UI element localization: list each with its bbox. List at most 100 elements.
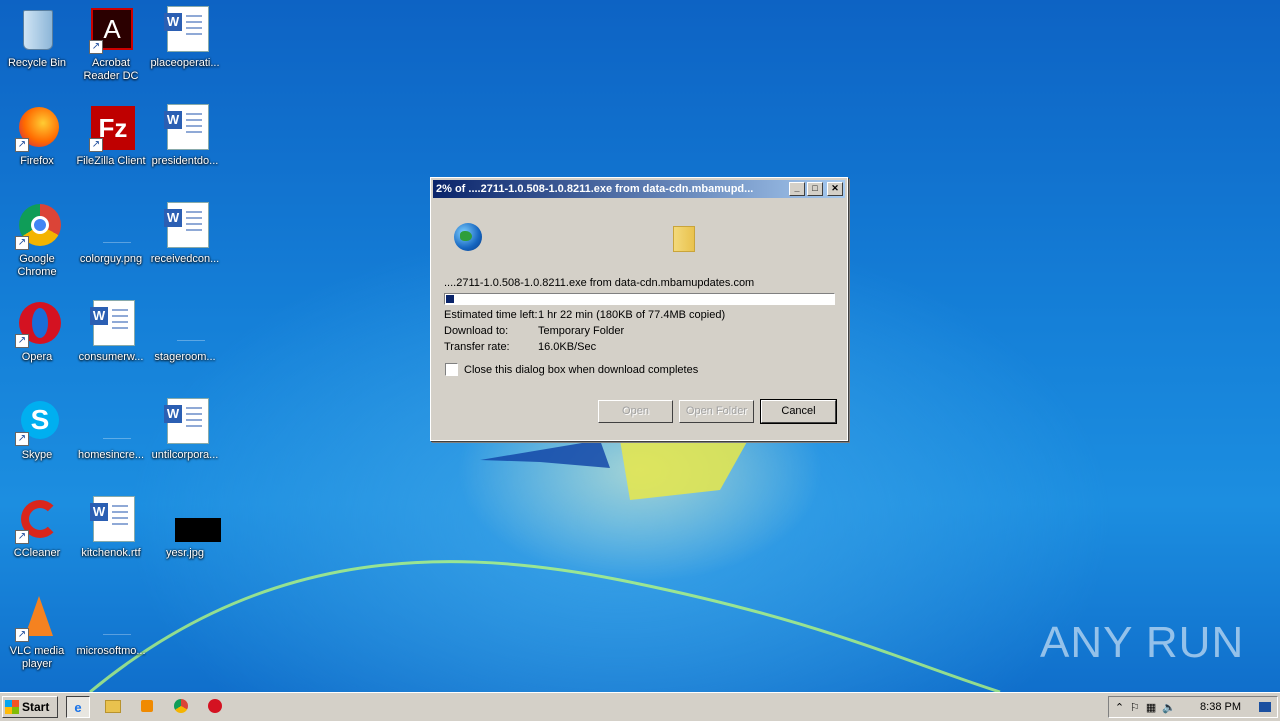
desktop-icon-consumerw[interactable]: W consumerw...	[74, 300, 148, 364]
icon-label: Skype	[21, 449, 53, 461]
desktop-icon-homesincre[interactable]: homesincre...	[74, 398, 148, 462]
open-button[interactable]: Open	[598, 400, 673, 423]
chrome-icon: ↗	[13, 202, 61, 250]
icon-label: Recycle Bin	[7, 57, 67, 69]
file-icon	[161, 300, 209, 348]
start-label: Start	[22, 700, 50, 714]
icon-label: CCleaner	[13, 547, 61, 559]
chrome-taskbar-icon[interactable]	[170, 696, 192, 716]
icon-label: microsoftmo...	[76, 645, 146, 657]
close-button[interactable]: ✕	[827, 182, 843, 196]
image-file-icon	[87, 202, 135, 250]
desktop-icon-opera[interactable]: ↗ Opera	[0, 300, 74, 364]
transfer-rate-value: 16.0KB/Sec	[538, 341, 597, 353]
desktop-icon-receivedcon[interactable]: W receivedcon...	[148, 202, 222, 266]
taskbar: Start e ⌃ ⚐ ▦ 🔈 8:38 PM	[0, 692, 1280, 721]
file-explorer-taskbar-icon[interactable]	[102, 696, 124, 716]
word-document-icon: W	[87, 300, 135, 348]
close-when-complete-checkbox[interactable]: Close this dialog box when download comp…	[445, 363, 698, 376]
estimated-time-label: Estimated time left:	[444, 309, 538, 321]
icon-label: Opera	[21, 351, 53, 363]
checkbox-label: Close this dialog box when download comp…	[464, 363, 699, 376]
desktop-icon-skype[interactable]: S ↗ Skype	[0, 398, 74, 462]
skype-icon: S ↗	[13, 398, 61, 446]
show-desktop-icon[interactable]	[1259, 702, 1271, 712]
icon-label: yesr.jpg	[166, 547, 204, 559]
globe-icon	[454, 223, 482, 251]
icon-label: Acrobat Reader DC	[83, 57, 139, 82]
dialog-title: 2% of ....2711-1.0.508-1.0.8211.exe from…	[436, 183, 754, 195]
desktop-icon-microsoftmo[interactable]: microsoftmo...	[74, 594, 148, 658]
desktop-icon-presidentdo[interactable]: W presidentdo...	[148, 104, 222, 168]
download-progress-bar	[444, 293, 835, 305]
desktop-icon-placeoperati[interactable]: W placeoperati...	[148, 6, 222, 70]
download-to-label: Download to:	[444, 325, 509, 337]
system-tray: ⌃ ⚐ ▦ 🔈 8:38 PM	[1107, 696, 1278, 718]
download-file-source: ....2711-1.0.508-1.0.8211.exe from data-…	[444, 277, 755, 289]
desktop-icon-yesr[interactable]: yesr.jpg	[148, 496, 222, 560]
clock[interactable]: 8:38 PM	[1200, 701, 1241, 713]
estimated-time-value: 1 hr 22 min (180KB of 77.4MB copied)	[538, 309, 726, 321]
open-folder-button[interactable]: Open Folder	[679, 400, 754, 423]
desktop-icon-vlc[interactable]: ↗ VLC media player	[0, 594, 74, 671]
desktop-icon-colorguy[interactable]: colorguy.png	[74, 202, 148, 266]
icon-label: Google Chrome	[17, 253, 57, 278]
icon-label: untilcorpora...	[151, 449, 219, 461]
ccleaner-icon: ↗	[13, 496, 61, 544]
internet-explorer-taskbar-icon[interactable]: e	[66, 696, 90, 718]
word-document-icon: W	[161, 6, 209, 54]
media-player-taskbar-icon[interactable]	[136, 696, 158, 716]
windows-logo-icon	[5, 700, 19, 714]
recycle-bin-icon	[13, 6, 61, 54]
cancel-button[interactable]: Cancel	[760, 399, 837, 424]
checkbox-box[interactable]	[445, 363, 458, 376]
word-document-icon: W	[87, 496, 135, 544]
desktop-icon-ccleaner[interactable]: ↗ CCleaner	[0, 496, 74, 560]
show-hidden-icons-icon[interactable]: ⌃	[1115, 701, 1124, 714]
minimize-button[interactable]: _	[789, 182, 805, 196]
acrobat-icon: A ↗	[87, 6, 135, 54]
network-icon[interactable]: ▦	[1146, 701, 1156, 714]
desktop-icon-acrobat-reader[interactable]: A ↗ Acrobat Reader DC	[74, 6, 148, 83]
desktop-icon-recycle-bin[interactable]: Recycle Bin	[0, 6, 74, 70]
desktop-icon-kitchenok[interactable]: W kitchenok.rtf	[74, 496, 148, 560]
desktop-icon-stageroom[interactable]: stageroom...	[148, 300, 222, 364]
estimated-time-row: Estimated time left:1 hr 22 min (180KB o…	[444, 309, 725, 321]
maximize-button[interactable]: □	[807, 182, 823, 196]
file-icon	[87, 398, 135, 446]
filezilla-icon: Fz ↗	[87, 104, 135, 152]
icon-label: receivedcon...	[150, 253, 220, 265]
opera-icon: ↗	[13, 300, 61, 348]
desktop-icon-filezilla[interactable]: Fz ↗ FileZilla Client	[74, 104, 148, 168]
dialog-titlebar[interactable]: 2% of ....2711-1.0.508-1.0.8211.exe from…	[433, 180, 845, 198]
icon-label: colorguy.png	[79, 253, 143, 265]
icon-label: FileZilla Client	[76, 155, 146, 167]
desktop-icon-firefox[interactable]: ↗ Firefox	[0, 104, 74, 168]
icon-label: VLC media player	[9, 645, 65, 670]
transfer-rate-row: Transfer rate: 16.0KB/Sec	[444, 341, 596, 353]
desktop-icon-untilcorpora[interactable]: W untilcorpora...	[148, 398, 222, 462]
icon-label: presidentdo...	[151, 155, 219, 167]
vlc-cone-icon: ↗	[13, 594, 61, 642]
start-button[interactable]: Start	[2, 696, 58, 718]
icon-label: consumerw...	[78, 351, 144, 363]
transfer-rate-label: Transfer rate:	[444, 341, 510, 353]
firefox-icon: ↗	[13, 104, 61, 152]
folder-icon	[673, 226, 695, 252]
action-center-flag-icon[interactable]: ⚐	[1130, 701, 1140, 714]
volume-icon[interactable]: 🔈	[1162, 701, 1176, 714]
icon-label: homesincre...	[77, 449, 145, 461]
download-dialog: 2% of ....2711-1.0.508-1.0.8211.exe from…	[430, 177, 848, 441]
anyrun-watermark: ANY RUN	[1040, 618, 1245, 667]
icon-label: Firefox	[20, 155, 54, 167]
word-document-icon: W	[161, 398, 209, 446]
word-document-icon: W	[161, 202, 209, 250]
icon-label: stageroom...	[154, 351, 216, 363]
download-to-row: Download to: Temporary Folder	[444, 325, 624, 337]
desktop-icon-google-chrome[interactable]: ↗ Google Chrome	[0, 202, 74, 279]
icon-label: kitchenok.rtf	[81, 547, 141, 559]
icon-label: placeoperati...	[150, 57, 220, 69]
opera-taskbar-icon[interactable]	[204, 696, 226, 716]
progress-fill	[446, 295, 454, 303]
file-icon	[87, 594, 135, 642]
